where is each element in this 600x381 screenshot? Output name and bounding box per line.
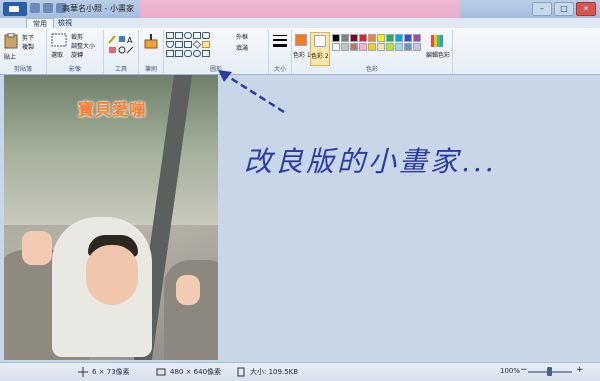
window-title: 高華名小照 - 小畫家 <box>62 4 134 13</box>
palette-swatch[interactable] <box>395 43 403 51</box>
status-bar: 6 × 73像素 480 × 640像素 大小: 109.5KB 100% − … <box>0 362 600 381</box>
paste-icon[interactable] <box>4 33 18 49</box>
palette-swatch[interactable] <box>350 34 358 42</box>
zoom-level: 100% <box>500 367 521 375</box>
shape-curve[interactable] <box>175 32 183 39</box>
edit-colors-label[interactable]: 編輯色彩 <box>426 50 450 59</box>
tools-group: A 工具 <box>104 30 139 74</box>
palette-swatch[interactable] <box>350 43 358 51</box>
palette-swatch[interactable] <box>332 34 340 42</box>
image-group-label: 影像 <box>68 66 81 73</box>
resize-button[interactable]: 調整大小 <box>71 41 95 50</box>
color2-label[interactable]: 色彩 2 <box>311 51 329 60</box>
shape-pentagon-selected[interactable] <box>202 41 210 48</box>
palette-swatch[interactable] <box>341 34 349 42</box>
shape-cloud[interactable] <box>193 50 201 57</box>
clipboard-group: 貼上 剪下 複製 剪貼簿 <box>0 30 47 74</box>
tab-view[interactable]: 檢視 <box>52 18 78 28</box>
ribbon: 貼上 剪下 複製 剪貼簿 選取 裁剪 調整大小 旋轉 影像 A 工具 筆刷 外框… <box>0 28 600 75</box>
palette-swatch[interactable] <box>386 43 394 51</box>
color2-swatch[interactable] <box>314 35 326 47</box>
minimize-button[interactable]: – <box>532 2 552 16</box>
color2-selected[interactable]: 色彩 2 <box>310 32 330 66</box>
brushes-group: 筆刷 <box>139 30 164 74</box>
image-group: 選取 裁剪 調整大小 旋轉 影像 <box>47 30 104 74</box>
window-controls: – □ ✕ <box>532 2 596 16</box>
shape-triangle[interactable] <box>175 41 183 48</box>
shape-oval[interactable] <box>184 32 192 39</box>
palette-swatch[interactable] <box>377 43 385 51</box>
select-icon[interactable] <box>51 33 67 47</box>
palette-swatch[interactable] <box>404 34 412 42</box>
copy-button[interactable]: 複製 <box>22 42 34 51</box>
image-size-icon <box>156 368 166 376</box>
ribbon-tabs: 常用 檢視 <box>0 18 600 29</box>
zoom-in-button[interactable]: + <box>576 365 584 375</box>
child-face <box>86 245 138 305</box>
close-button[interactable]: ✕ <box>576 2 596 16</box>
shape-arrow[interactable] <box>166 50 174 57</box>
clipboard-group-label: 剪貼簿 <box>13 66 32 73</box>
maximize-button[interactable]: □ <box>554 2 574 16</box>
image-dimensions: 480 × 640像素 <box>170 368 222 376</box>
file-size-icon <box>237 367 245 377</box>
svg-text:A: A <box>127 36 133 45</box>
crop-button[interactable]: 裁剪 <box>71 32 83 41</box>
palette-swatch[interactable] <box>413 34 421 42</box>
shape-rounded-rect[interactable] <box>202 32 210 39</box>
quick-access-toolbar <box>30 3 66 13</box>
colors-group-label: 色彩 <box>365 66 378 73</box>
shape-star[interactable] <box>175 50 183 57</box>
brushes-group-label: 筆刷 <box>144 66 157 73</box>
zoom-out-button[interactable]: − <box>520 365 528 375</box>
title-highlight <box>140 0 460 18</box>
shape-callout[interactable] <box>184 50 192 57</box>
palette-swatch[interactable] <box>359 43 367 51</box>
paste-label[interactable]: 貼上 <box>4 52 16 61</box>
palette-swatch[interactable] <box>395 34 403 42</box>
brush-icon[interactable] <box>143 34 159 50</box>
outline-button[interactable]: 外框 <box>236 32 248 41</box>
shape-rectangle[interactable] <box>193 32 201 39</box>
shape-polygon[interactable] <box>166 41 174 48</box>
annotation-text: 改良版的小畫家... <box>244 145 497 178</box>
palette-swatch[interactable] <box>359 34 367 42</box>
child-hand-left <box>22 231 52 265</box>
palette-swatch[interactable] <box>368 34 376 42</box>
annotation-arrow <box>218 70 285 114</box>
shape-diamond[interactable] <box>192 40 202 49</box>
tools-icons[interactable]: A <box>107 34 135 56</box>
cursor-position: 6 × 73像素 <box>92 368 130 376</box>
title-bar: 高華名小照 - 小畫家 – □ ✕ <box>0 0 600 18</box>
zoom-slider-knob[interactable] <box>547 367 552 376</box>
fill-button[interactable]: 填滿 <box>236 43 248 52</box>
save-icon[interactable] <box>30 3 40 13</box>
file-size: 大小: 109.5KB <box>250 368 299 376</box>
size-icon[interactable] <box>272 34 288 48</box>
paint-menu-button[interactable] <box>3 2 27 16</box>
edit-colors-icon[interactable] <box>430 34 444 48</box>
palette-swatch[interactable] <box>413 43 421 51</box>
child-hand-right <box>176 275 200 305</box>
palette-swatch[interactable] <box>377 34 385 42</box>
color1-label[interactable]: 色彩 1 <box>293 50 311 59</box>
colors-group: 色彩 1 色彩 2 編輯色彩 色彩 <box>292 30 453 74</box>
rotate-button[interactable]: 旋轉 <box>71 50 83 59</box>
shape-right-triangle[interactable] <box>184 41 192 48</box>
shape-line[interactable] <box>166 32 174 39</box>
cut-button[interactable]: 剪下 <box>22 33 34 42</box>
shape-heart[interactable] <box>202 50 210 57</box>
palette-swatch[interactable] <box>332 43 340 51</box>
cursor-position-icon <box>78 367 88 377</box>
tools-group-label: 工具 <box>114 66 127 73</box>
palette-swatch[interactable] <box>386 34 394 42</box>
palette-swatch[interactable] <box>404 43 412 51</box>
select-button[interactable]: 選取 <box>51 50 63 59</box>
undo-icon[interactable] <box>43 3 53 13</box>
palette-swatch[interactable] <box>341 43 349 51</box>
palette-swatch[interactable] <box>368 43 376 51</box>
color1-swatch[interactable] <box>295 34 307 46</box>
photo-caption: 寶貝愛嘣 <box>78 100 147 119</box>
